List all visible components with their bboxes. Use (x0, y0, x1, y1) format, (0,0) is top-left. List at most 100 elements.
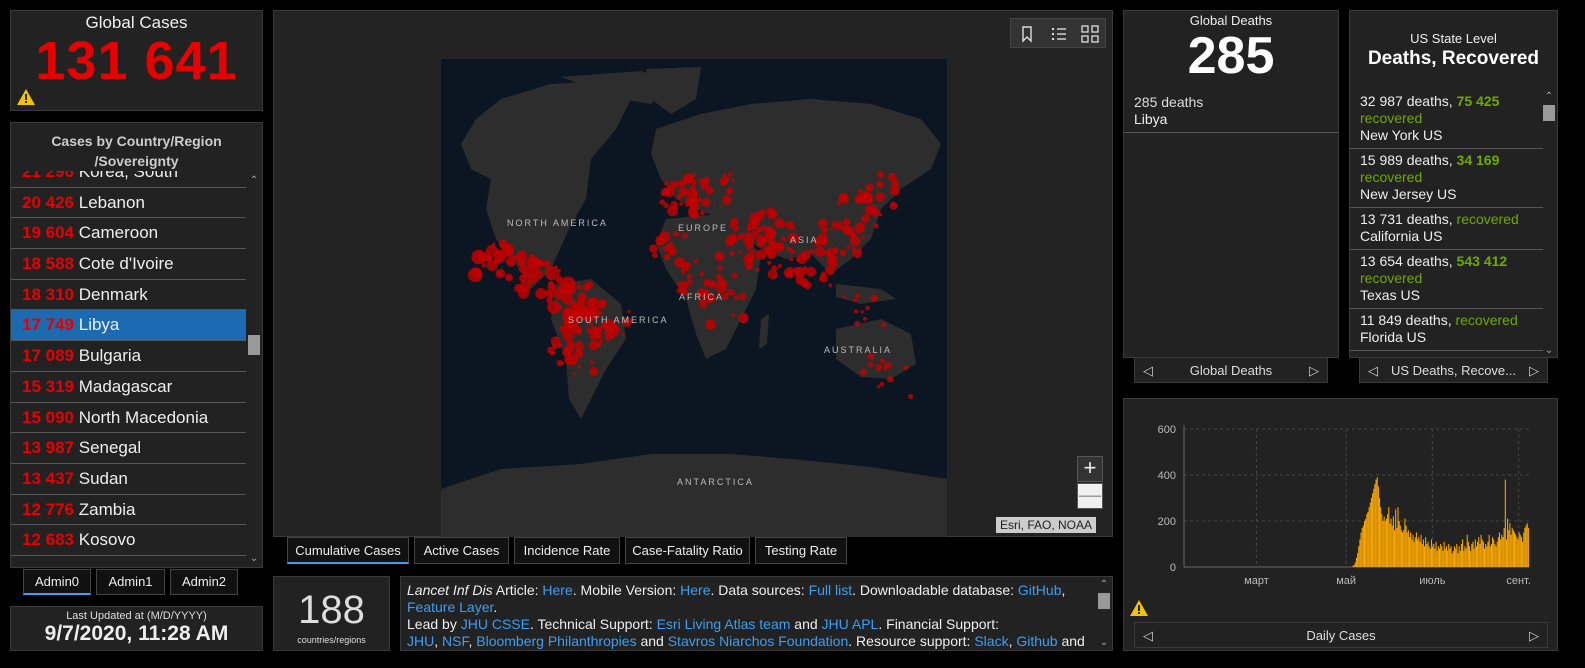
chart-bar[interactable] (1352, 565, 1354, 567)
case-dot[interactable] (679, 201, 684, 206)
chart-bar[interactable] (1410, 532, 1412, 568)
chart-bar[interactable] (1402, 532, 1404, 568)
chart-bar[interactable] (1411, 539, 1413, 567)
case-dot[interactable] (693, 259, 699, 264)
chart-bar[interactable] (1510, 534, 1512, 567)
case-dot[interactable] (795, 275, 805, 285)
chart-bar[interactable] (1437, 546, 1439, 567)
case-dot[interactable] (767, 269, 778, 280)
chart-bar[interactable] (1466, 534, 1468, 567)
case-dot[interactable] (868, 362, 874, 368)
chart-bar[interactable] (1509, 523, 1511, 567)
chart-bar[interactable] (1460, 544, 1462, 567)
case-dot[interactable] (715, 253, 721, 259)
chart-bar[interactable] (1450, 546, 1452, 567)
daily-cases-chart[interactable]: 0 200 400 600 март май июль сент. (1124, 399, 1559, 652)
case-dot[interactable] (875, 192, 885, 202)
scrollbar-thumb[interactable] (248, 335, 260, 355)
case-dot[interactable] (678, 181, 683, 186)
country-row[interactable]: 12 776 Zambia (11, 495, 246, 526)
case-dot[interactable] (821, 250, 827, 256)
chart-bar[interactable] (1481, 539, 1483, 567)
case-dot[interactable] (761, 225, 767, 231)
full-list-link[interactable]: Full list (809, 582, 853, 598)
case-dot[interactable] (738, 292, 747, 301)
case-dot[interactable] (585, 298, 594, 307)
legend-list-icon[interactable] (1048, 23, 1070, 45)
chart-bar[interactable] (1471, 544, 1473, 567)
chart-bar[interactable] (1358, 546, 1360, 567)
case-dot[interactable] (725, 236, 735, 247)
chart-bar[interactable] (1353, 564, 1355, 567)
chart-bar[interactable] (1364, 521, 1366, 567)
case-dot[interactable] (863, 316, 868, 321)
case-dot[interactable] (701, 198, 711, 207)
chart-bar[interactable] (1421, 544, 1423, 567)
country-row[interactable]: 15 090 North Macedonia (11, 403, 246, 434)
case-dot[interactable] (577, 364, 581, 369)
chart-bar[interactable] (1380, 507, 1382, 567)
case-dot[interactable] (879, 213, 883, 217)
case-dot[interactable] (732, 225, 739, 232)
case-dot[interactable] (853, 309, 859, 314)
country-row[interactable]: 13 437 Sudan (11, 464, 246, 495)
case-dot[interactable] (589, 367, 599, 376)
chart-bar[interactable] (1467, 541, 1469, 567)
case-dot[interactable] (817, 233, 828, 244)
case-dot[interactable] (728, 172, 733, 177)
case-dot[interactable] (741, 320, 745, 324)
case-dot[interactable] (768, 229, 773, 233)
us-scroll-down-icon[interactable]: ⌄ (1542, 345, 1556, 357)
case-dot[interactable] (604, 332, 614, 341)
chart-warning-icon[interactable] (1129, 599, 1149, 617)
chart-bar[interactable] (1427, 541, 1429, 567)
case-dot[interactable] (860, 214, 870, 223)
case-dot[interactable] (842, 224, 852, 235)
us-list-scrollbar[interactable]: ⌃ ⌄ (1542, 91, 1556, 357)
chart-bar[interactable] (1512, 530, 1514, 567)
chart-bar[interactable] (1479, 544, 1481, 567)
case-dot[interactable] (576, 284, 582, 290)
chart-bar[interactable] (1383, 516, 1385, 567)
case-dot[interactable] (722, 195, 732, 205)
tab-admin2[interactable]: Admin2 (170, 569, 238, 595)
scroll-up-icon[interactable]: ⌃ (247, 175, 261, 187)
case-dot[interactable] (705, 319, 717, 331)
chart-bar[interactable] (1520, 537, 1522, 567)
chart-bar[interactable] (1502, 537, 1504, 567)
chart-bar[interactable] (1405, 525, 1407, 567)
chart-bar[interactable] (1366, 514, 1368, 567)
slack-link[interactable]: Slack (974, 633, 1008, 649)
chart-bar[interactable] (1362, 525, 1364, 567)
chart-bar[interactable] (1388, 507, 1390, 567)
chart-bar[interactable] (1414, 537, 1416, 567)
mobile-version-link[interactable]: Here (680, 582, 710, 598)
chart-next-arrow-icon[interactable]: ▷ (1529, 623, 1539, 649)
us-state-row[interactable]: 15 989 deaths, 34 169 recovered New Jerse… (1350, 149, 1543, 208)
case-dot[interactable] (839, 192, 849, 203)
us-state-row[interactable]: 32 987 deaths, 75 425 recovered New York … (1350, 90, 1543, 149)
stavros-link[interactable]: Stavros Niarchos Foundation (668, 633, 849, 649)
chart-bar[interactable] (1457, 553, 1459, 567)
nsf-link[interactable]: NSF (442, 633, 468, 649)
case-dot[interactable] (731, 178, 735, 183)
case-dot[interactable] (700, 210, 705, 216)
case-dot[interactable] (649, 244, 658, 253)
chart-bar[interactable] (1455, 548, 1457, 567)
chart-bar[interactable] (1514, 532, 1516, 568)
case-dot[interactable] (821, 226, 829, 234)
info-scroll-down-icon[interactable]: ⌄ (1097, 637, 1111, 649)
chart-bar[interactable] (1397, 507, 1399, 567)
case-dot[interactable] (556, 293, 560, 297)
basemap-grid-icon[interactable] (1079, 23, 1101, 45)
chart-bar[interactable] (1413, 541, 1415, 567)
chart-bar[interactable] (1487, 541, 1489, 567)
case-dot[interactable] (711, 280, 716, 285)
chart-bar[interactable] (1367, 511, 1369, 567)
case-dot[interactable] (858, 189, 863, 194)
country-list-scrollbar[interactable]: ⌃ ⌄ (247, 175, 261, 567)
case-dot[interactable] (761, 237, 767, 243)
chart-bar[interactable] (1385, 518, 1387, 567)
chart-bar[interactable] (1522, 541, 1524, 567)
case-dot[interactable] (726, 176, 731, 181)
